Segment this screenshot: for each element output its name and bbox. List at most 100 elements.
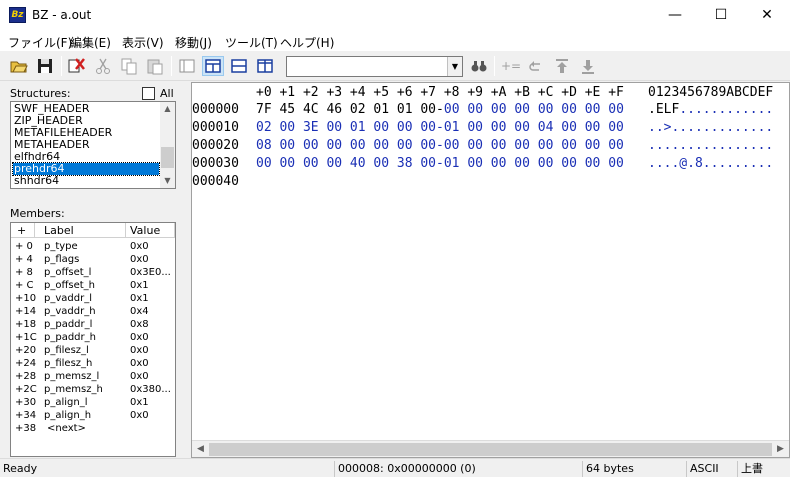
copy-icon[interactable]: [118, 56, 140, 76]
member-label: p_paddr_h: [44, 332, 96, 343]
member-value: 0x1: [130, 280, 149, 291]
member-label: p_memsz_l: [44, 371, 100, 382]
table-row[interactable]: +24 p_filesz_h 0x0: [11, 357, 175, 370]
member-offset: +18: [15, 319, 37, 330]
chevron-down-icon[interactable]: ▼: [447, 57, 462, 76]
column-header-value[interactable]: Value: [130, 224, 160, 237]
undo-icon[interactable]: [525, 56, 547, 76]
status-bar: Ready 000008: 0x00000000 (0) 64 bytes AS…: [0, 458, 790, 477]
member-label: <next>: [47, 423, 86, 434]
member-offset: + 0: [15, 241, 33, 252]
scroll-left-icon[interactable]: ◀: [192, 441, 209, 457]
ascii-text[interactable]: ............: [679, 101, 773, 119]
hex-hscrollbar[interactable]: ◀ ▶: [192, 440, 789, 457]
member-label: p_offset_h: [44, 280, 95, 291]
table-row[interactable]: + 0 p_type 0x0: [11, 240, 175, 253]
view-single-icon[interactable]: [176, 56, 198, 76]
hex-address: 000020: [192, 138, 239, 153]
members-table-header: + Label Value: [11, 223, 175, 238]
maximize-button[interactable]: ☐: [698, 0, 744, 31]
menu-tools[interactable]: ツール(T): [225, 34, 278, 51]
ascii-column-header: 0123456789ABCDEF: [648, 85, 774, 100]
jump-down-icon[interactable]: [577, 56, 599, 76]
ascii-text[interactable]: ....@.8.........: [648, 155, 773, 173]
column-header-label[interactable]: Label: [44, 224, 74, 237]
hex-bytes[interactable]: 08 00 00 00 00 00 00 00-00 00 00 00 00 0…: [256, 137, 624, 155]
menu-edit[interactable]: 編集(E): [70, 34, 111, 51]
menu-view[interactable]: 表示(V): [122, 34, 164, 51]
view-compare-icon[interactable]: [254, 56, 276, 76]
member-offset: + 4: [15, 254, 33, 265]
app-window: Bz BZ - a.out — ☐ ✕ ファイル(F) 編集(E) 表示(V) …: [0, 0, 790, 477]
ascii-text-modified[interactable]: .ELF: [648, 101, 679, 119]
hex-bytes[interactable]: 02 00 3E 00 01 00 00 00-01 00 00 00 04 0…: [256, 119, 624, 137]
delete-icon[interactable]: [66, 56, 88, 76]
find-icon[interactable]: [468, 56, 490, 76]
hex-editor[interactable]: +0 +1 +2 +3 +4 +5 +6 +7 +8 +9 +A +B +C +…: [191, 82, 790, 458]
table-row[interactable]: +10 p_vaddr_l 0x1: [11, 292, 175, 305]
member-offset: + 8: [15, 267, 33, 278]
scroll-thumb[interactable]: [209, 443, 772, 456]
all-checkbox[interactable]: [142, 87, 155, 100]
table-row[interactable]: + 4 p_flags 0x0: [11, 253, 175, 266]
member-offset: +24: [15, 358, 37, 369]
table-row[interactable]: +34 p_align_h 0x0: [11, 409, 175, 422]
hex-bytes[interactable]: 00 00 00 00 00 00 00 00: [444, 101, 624, 119]
member-value: 0x0: [130, 345, 149, 356]
menu-jump[interactable]: 移動(J): [175, 34, 212, 51]
open-icon[interactable]: [8, 56, 30, 76]
member-value: 0x0: [130, 371, 149, 382]
view-split-vertical-icon[interactable]: [202, 56, 224, 76]
table-row[interactable]: +20 p_filesz_l 0x0: [11, 344, 175, 357]
window-title: BZ - a.out: [32, 8, 92, 22]
member-value: 0x0: [130, 241, 149, 252]
table-row[interactable]: +38 <next>: [11, 422, 175, 435]
table-row[interactable]: +30 p_align_l 0x1: [11, 396, 175, 409]
members-label: Members:: [10, 207, 65, 220]
member-value: 0x0: [130, 254, 149, 265]
structures-scrollbar[interactable]: ▲ ▼: [160, 102, 175, 188]
table-row[interactable]: + C p_offset_h 0x1: [11, 279, 175, 292]
member-label: p_align_h: [44, 410, 92, 421]
list-item[interactable]: shhdr64: [13, 175, 159, 187]
close-button[interactable]: ✕: [744, 0, 790, 31]
table-row[interactable]: +1C p_paddr_h 0x0: [11, 331, 175, 344]
member-label: p_type: [44, 241, 78, 252]
member-label: p_offset_l: [44, 267, 92, 278]
menu-file[interactable]: ファイル(F): [8, 34, 72, 51]
paste-icon[interactable]: [144, 56, 166, 76]
table-row[interactable]: +2C p_memsz_h 0x380...: [11, 383, 175, 396]
scroll-right-icon[interactable]: ▶: [772, 441, 789, 457]
minimize-button[interactable]: —: [652, 0, 698, 31]
status-size: 64 bytes: [582, 461, 686, 477]
hex-bytes-modified[interactable]: 7F 45 4C 46 02 01 01 00-: [256, 101, 444, 119]
jump-up-icon[interactable]: [551, 56, 573, 76]
scroll-up-icon[interactable]: ▲: [160, 102, 175, 116]
status-message: Ready: [3, 462, 38, 475]
search-combo[interactable]: ▼: [286, 56, 463, 77]
table-row[interactable]: +18 p_paddr_l 0x8: [11, 318, 175, 331]
structures-list[interactable]: SWF_HEADER ZIP_HEADER METAFILEHEADER MET…: [10, 101, 176, 189]
scroll-thumb[interactable]: [161, 147, 174, 168]
ascii-text[interactable]: ..>.............: [648, 119, 773, 137]
member-offset: +1C: [15, 332, 37, 343]
hex-bytes[interactable]: 00 00 00 00 40 00 38 00-01 00 00 00 00 0…: [256, 155, 624, 173]
members-table[interactable]: + Label Value + 0 p_type 0x0 + 4 p_flags 0x0 +…: [10, 222, 176, 457]
cut-icon[interactable]: [92, 56, 114, 76]
column-header-offset[interactable]: +: [17, 224, 26, 237]
view-split-horizontal-icon[interactable]: [228, 56, 250, 76]
hex-column-header: +0 +1 +2 +3 +4 +5 +6 +7 +8 +9 +A +B +C +…: [256, 85, 624, 100]
menu-help[interactable]: ヘルプ(H): [280, 34, 334, 51]
assign-icon[interactable]: +=: [499, 56, 521, 76]
member-label: p_filesz_l: [44, 345, 89, 356]
member-offset: + C: [15, 280, 34, 291]
app-logo-icon: Bz: [9, 7, 26, 23]
table-row[interactable]: +14 p_vaddr_h 0x4: [11, 305, 175, 318]
scroll-down-icon[interactable]: ▼: [160, 174, 175, 188]
table-row[interactable]: + 8 p_offset_l 0x3E0...: [11, 266, 175, 279]
member-label: p_memsz_h: [44, 384, 103, 395]
save-icon[interactable]: [34, 56, 56, 76]
member-label: p_align_l: [44, 397, 88, 408]
ascii-text[interactable]: ................: [648, 137, 773, 155]
table-row[interactable]: +28 p_memsz_l 0x0: [11, 370, 175, 383]
